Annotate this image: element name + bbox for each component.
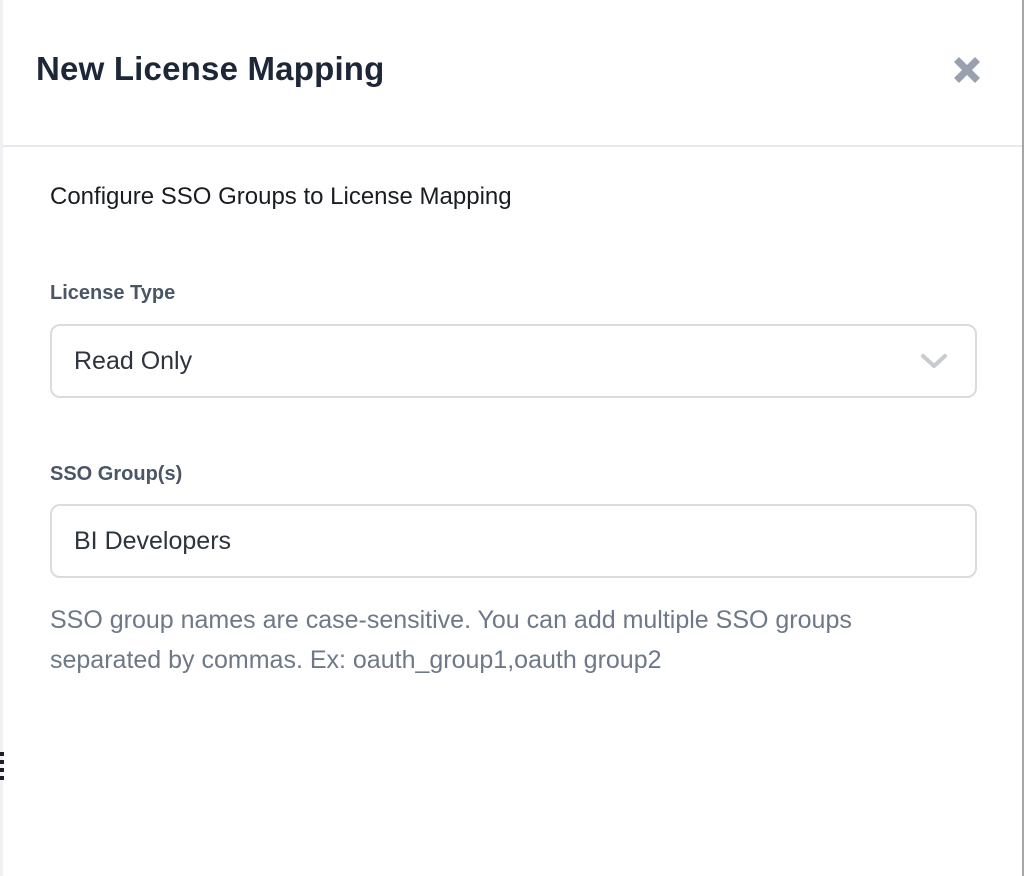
window-edge-line bbox=[1022, 0, 1024, 876]
helper-line-1: SSO group names are case-sensitive. You … bbox=[50, 600, 972, 640]
chevron-down-icon bbox=[920, 353, 948, 369]
sso-groups-helper-text: SSO group names are case-sensitive. You … bbox=[50, 600, 972, 680]
license-type-label: License Type bbox=[50, 279, 972, 307]
clipped-list-icon bbox=[0, 752, 5, 780]
close-button[interactable] bbox=[951, 54, 983, 86]
modal-title: New License Mapping bbox=[36, 48, 385, 90]
modal-header: New License Mapping bbox=[0, 0, 1023, 147]
new-license-mapping-modal: New License Mapping Configure SSO Groups… bbox=[0, 0, 1023, 876]
x-icon bbox=[951, 54, 983, 86]
sso-groups-input[interactable] bbox=[50, 504, 977, 578]
modal-body: Configure SSO Groups to License Mapping … bbox=[0, 147, 1023, 680]
section-heading: Configure SSO Groups to License Mapping bbox=[50, 181, 972, 213]
sso-groups-label: SSO Group(s) bbox=[50, 460, 972, 488]
background-page-edge bbox=[0, 0, 3, 876]
license-type-select[interactable]: Read Only bbox=[50, 324, 977, 398]
license-type-selected-value: Read Only bbox=[74, 347, 192, 376]
helper-line-2: separated by commas. Ex: oauth_group1,oa… bbox=[50, 640, 972, 680]
